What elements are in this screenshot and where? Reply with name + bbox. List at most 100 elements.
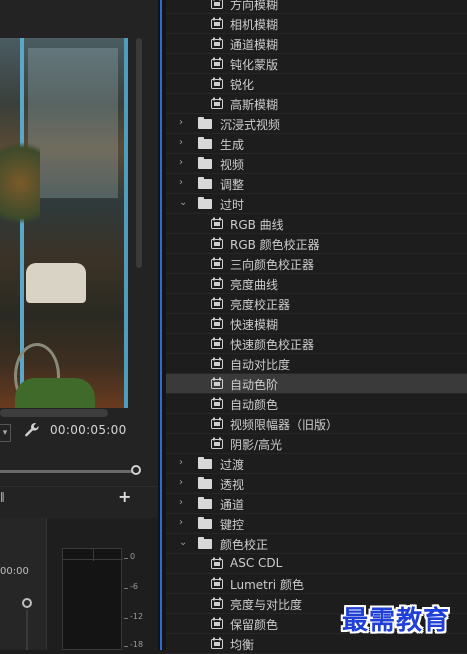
- effect-label: RGB 曲线: [230, 218, 284, 232]
- effect-item[interactable]: 亮度校正器: [166, 294, 467, 314]
- effect-item[interactable]: 钝化蒙版: [166, 54, 467, 74]
- folder-icon: [198, 497, 212, 509]
- chevron-right-icon[interactable]: ›: [179, 457, 189, 469]
- effect-icon: [211, 617, 223, 629]
- preview-plant: [15, 378, 95, 408]
- wrench-icon[interactable]: [24, 422, 40, 442]
- effect-item[interactable]: 自动色阶: [166, 374, 467, 394]
- preview-vertical-scrollbar[interactable]: [136, 38, 142, 268]
- effects-folder[interactable]: › 透视: [166, 474, 467, 494]
- effect-label: 保留颜色: [230, 618, 279, 632]
- effect-icon: [211, 57, 223, 69]
- sequence-label-fragment: ∥: [0, 492, 5, 503]
- effect-label: 自动对比度: [230, 358, 291, 372]
- chevron-right-icon[interactable]: ›: [179, 137, 189, 149]
- fit-dropdown[interactable]: ▾: [0, 424, 11, 442]
- effects-folder[interactable]: › 沉浸式视频: [166, 114, 467, 134]
- focus-indicator: [160, 0, 162, 650]
- chevron-right-icon[interactable]: ›: [179, 497, 189, 509]
- effect-icon: [211, 397, 223, 409]
- effect-item[interactable]: Lumetri 颜色: [166, 574, 467, 594]
- meter-tick-line: [124, 558, 128, 559]
- chevron-right-icon[interactable]: ›: [179, 177, 189, 189]
- video-preview[interactable]: [0, 38, 128, 408]
- folder-label: 过渡: [220, 458, 245, 472]
- audio-meter: [62, 548, 123, 650]
- folder-icon: [198, 537, 212, 549]
- folder-label: 沉浸式视频: [220, 118, 281, 132]
- effect-label: 均衡: [230, 638, 255, 652]
- effect-item[interactable]: 自动颜色: [166, 394, 467, 414]
- panel-divider[interactable]: [158, 0, 166, 650]
- effect-item[interactable]: 阴影/高光: [166, 434, 467, 454]
- folder-icon: [198, 157, 212, 169]
- chevron-down-icon[interactable]: ⌄: [179, 537, 189, 549]
- chevron-right-icon[interactable]: ›: [179, 117, 189, 129]
- folder-icon: [198, 117, 212, 129]
- meter-tick-line: [124, 588, 128, 589]
- effect-item[interactable]: 三向颜色校正器: [166, 254, 467, 274]
- effect-label: Lumetri 颜色: [230, 578, 304, 592]
- effect-item[interactable]: RGB 颜色校正器: [166, 234, 467, 254]
- effect-item[interactable]: 视频限幅器（旧版）: [166, 414, 467, 434]
- effect-item[interactable]: 快速模糊: [166, 314, 467, 334]
- chevron-right-icon[interactable]: ›: [179, 477, 189, 489]
- effect-icon: [211, 557, 223, 569]
- chevron-right-icon[interactable]: ›: [179, 157, 189, 169]
- effect-label: 自动颜色: [230, 398, 279, 412]
- folder-label: 键控: [220, 518, 245, 532]
- effect-icon: [211, 577, 223, 589]
- effects-folder[interactable]: › 过渡: [166, 454, 467, 474]
- folder-label: 调整: [220, 178, 245, 192]
- add-button[interactable]: +: [118, 487, 131, 506]
- effect-item[interactable]: 相机模糊: [166, 14, 467, 34]
- effects-folder[interactable]: ⌄ 颜色校正: [166, 534, 467, 554]
- chevron-right-icon[interactable]: ›: [179, 517, 189, 529]
- chevron-down-icon[interactable]: ⌄: [179, 197, 189, 209]
- effect-icon: [211, 317, 223, 329]
- effect-icon: [211, 377, 223, 389]
- preview-horizontal-scrollbar[interactable]: [0, 409, 108, 417]
- volume-knob[interactable]: [22, 598, 32, 608]
- effect-label: RGB 颜色校正器: [230, 238, 320, 252]
- effect-item[interactable]: 锐化: [166, 74, 467, 94]
- effect-item[interactable]: 方向模糊: [166, 0, 467, 14]
- effects-folder[interactable]: › 生成: [166, 134, 467, 154]
- meter-tick-line: [124, 618, 128, 619]
- volume-track[interactable]: [26, 610, 28, 650]
- effect-icon: [211, 37, 223, 49]
- effects-folder[interactable]: › 键控: [166, 514, 467, 534]
- effects-folder[interactable]: ⌄ 过时: [166, 194, 467, 214]
- effect-item[interactable]: ASC CDL: [166, 554, 467, 574]
- effect-icon: [211, 337, 223, 349]
- effect-item[interactable]: 通道模糊: [166, 34, 467, 54]
- meter-tick-0: 0: [130, 552, 136, 561]
- folder-icon: [198, 137, 212, 149]
- folder-label: 通道: [220, 498, 245, 512]
- effects-folder[interactable]: › 调整: [166, 174, 467, 194]
- playback-timeline[interactable]: [0, 470, 136, 473]
- effect-icon: [211, 217, 223, 229]
- effect-item[interactable]: 快速颜色校正器: [166, 334, 467, 354]
- effect-item[interactable]: 均衡: [166, 634, 467, 654]
- effect-icon: [211, 17, 223, 29]
- effect-icon: [211, 637, 223, 649]
- effect-item[interactable]: 自动对比度: [166, 354, 467, 374]
- audio-panel: 00:00 0 -6 -12 -18: [0, 518, 158, 650]
- effect-icon: [211, 77, 223, 89]
- monitor-controls: ▾ 00:00:05:00: [0, 422, 158, 446]
- effects-folder[interactable]: › 视频: [166, 154, 467, 174]
- effect-item[interactable]: 高斯模糊: [166, 94, 467, 114]
- playhead-handle[interactable]: [131, 465, 141, 475]
- effect-item[interactable]: 亮度曲线: [166, 274, 467, 294]
- effect-label: 亮度校正器: [230, 298, 291, 312]
- effects-tree: 方向模糊 相机模糊 通道模糊 钝化蒙版 锐化 高斯模糊 › 沉浸式视频 › 生成 › 视频 › 调整 ⌄ 过时…: [166, 0, 467, 654]
- effect-label: 高斯模糊: [230, 98, 279, 112]
- effect-icon: [211, 277, 223, 289]
- effect-item[interactable]: RGB 曲线: [166, 214, 467, 234]
- effects-folder[interactable]: › 通道: [166, 494, 467, 514]
- meter-separator: [93, 549, 94, 561]
- effect-icon: [211, 97, 223, 109]
- meter-tick-12: -12: [130, 612, 144, 621]
- effect-icon: [211, 297, 223, 309]
